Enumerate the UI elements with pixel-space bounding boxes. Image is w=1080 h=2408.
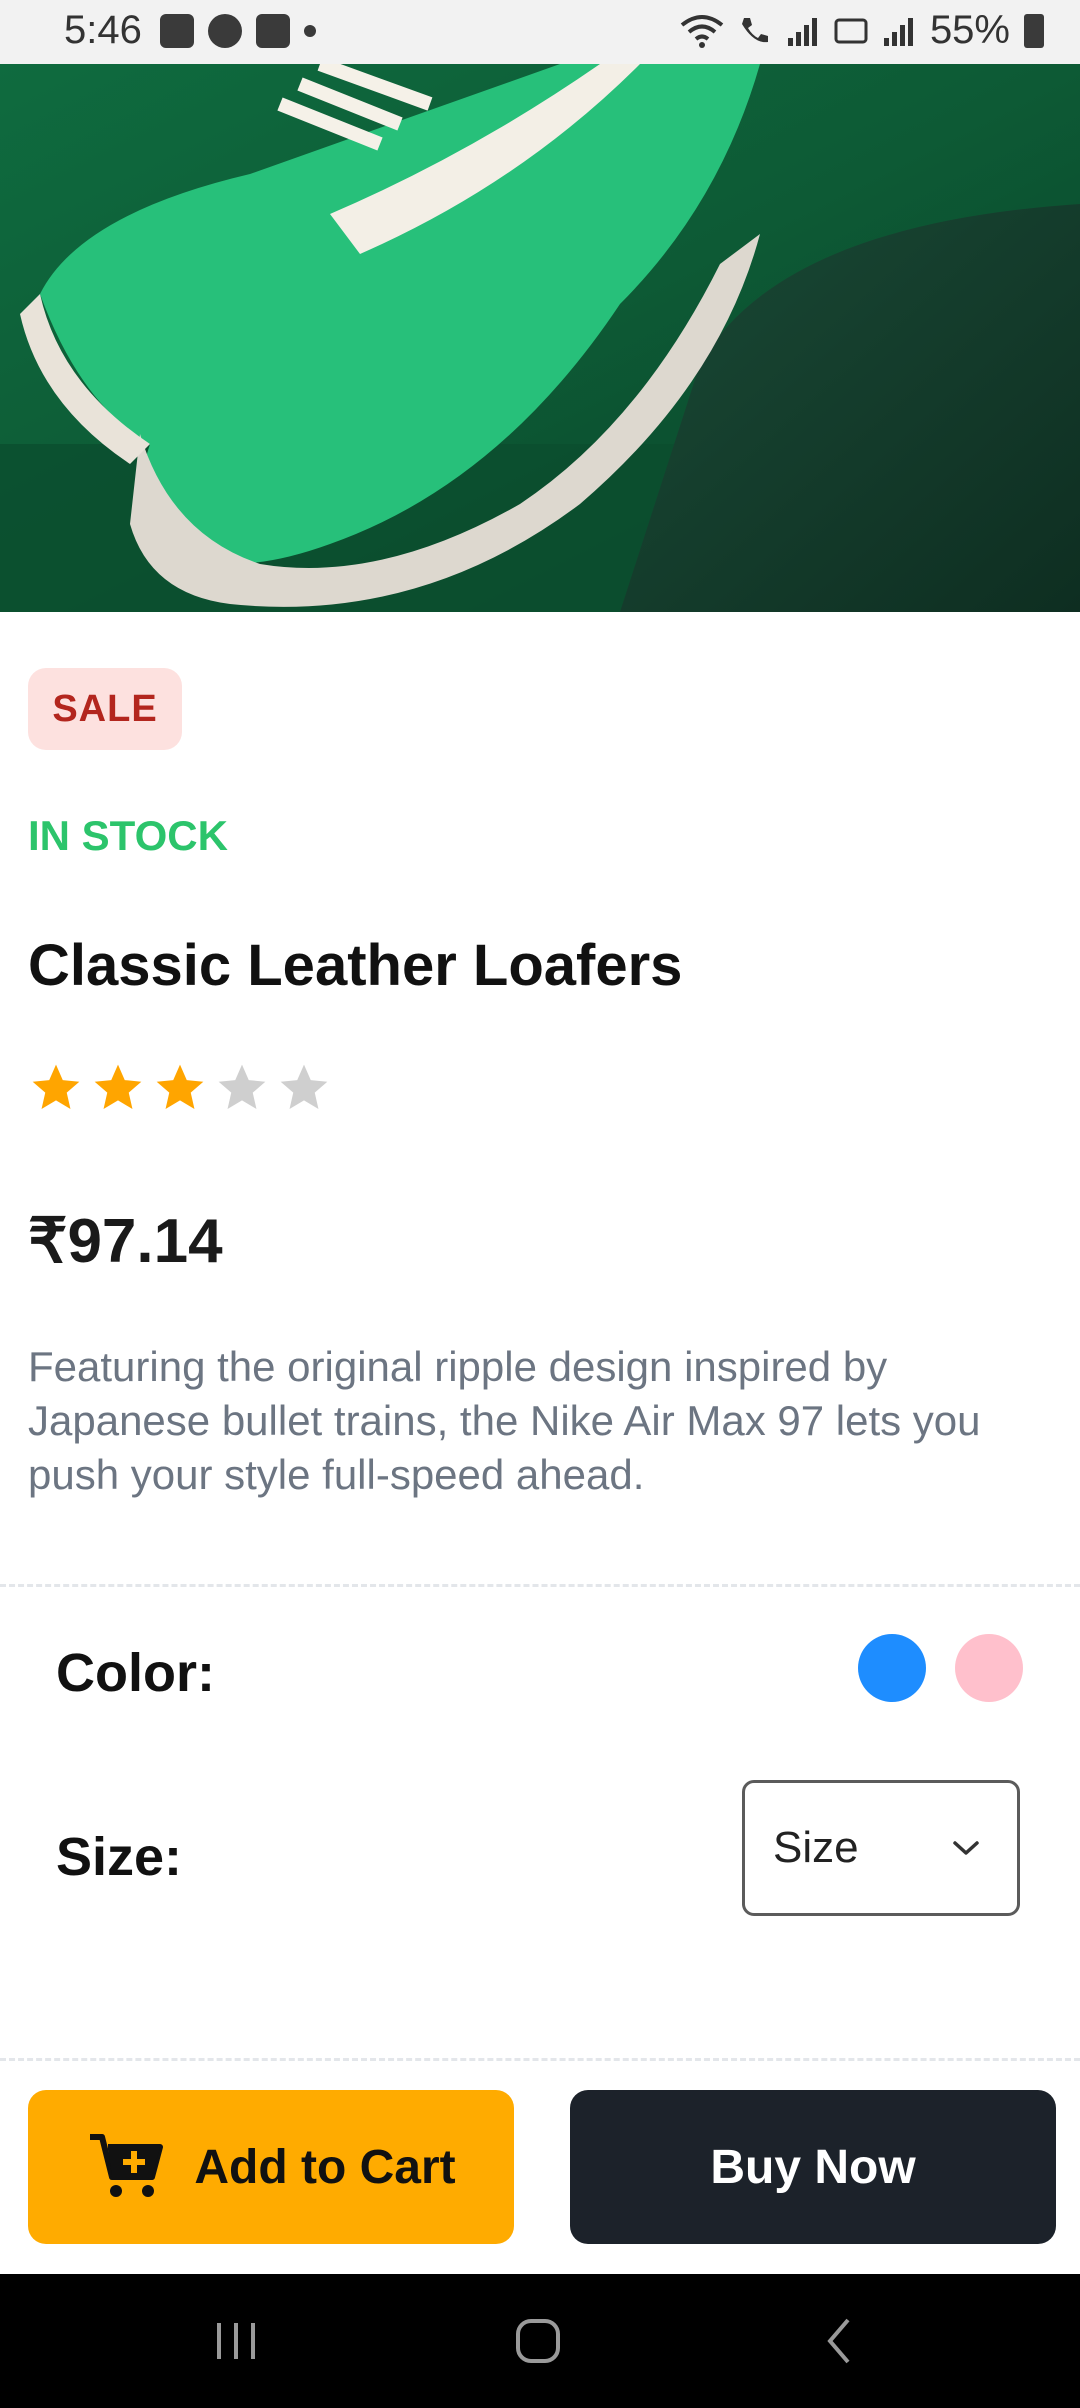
color-label: Color:	[56, 1643, 215, 1703]
divider	[0, 1584, 1080, 1587]
battery-percent: 55%	[929, 8, 1010, 52]
buy-now-label: Buy Now	[710, 2140, 916, 2194]
signal-icon-2	[883, 17, 913, 46]
size-label: Size:	[56, 1827, 183, 1887]
product-title: Classic Leather Loafers	[28, 933, 683, 998]
color-swatch-pink[interactable]	[955, 1634, 1023, 1702]
star-empty-icon	[218, 1064, 266, 1109]
stock-status: IN STOCK	[28, 812, 228, 859]
product-image	[0, 64, 1080, 612]
system-navigation-bar	[0, 2274, 1080, 2408]
buy-now-button[interactable]: Buy Now	[570, 2090, 1056, 2244]
chevron-down-icon	[953, 1841, 979, 1855]
recent-apps-icon	[217, 2323, 255, 2359]
gallery-icon	[160, 14, 194, 48]
add-to-cart-label: Add to Cart	[194, 2140, 456, 2194]
star-filled-icon	[32, 1064, 80, 1109]
product-price: ₹97.14	[28, 1207, 223, 1276]
cart-add-icon	[90, 2134, 164, 2197]
size-select-value: Size	[773, 1823, 859, 1872]
rating-stars	[28, 1060, 332, 1116]
back-icon	[827, 2318, 850, 2364]
size-select[interactable]: Size	[742, 1780, 1020, 1916]
battery-icon	[1024, 13, 1044, 48]
star-filled-icon	[94, 1064, 142, 1109]
home-button[interactable]	[478, 2274, 598, 2408]
status-bar: 5:46 55%	[0, 0, 1080, 64]
notification-icons	[160, 14, 316, 48]
signal-icon	[787, 17, 817, 46]
product-description: Featuring the original ripple design ins…	[28, 1343, 981, 1498]
back-button[interactable]	[780, 2274, 900, 2408]
volte-icon	[834, 18, 868, 43]
divider	[0, 2058, 1080, 2061]
color-swatch-blue[interactable]	[858, 1634, 926, 1702]
sale-badge: SALE	[28, 668, 182, 750]
home-icon	[516, 2319, 560, 2363]
add-to-cart-button[interactable]: Add to Cart	[28, 2090, 514, 2244]
status-time: 5:46	[64, 8, 142, 52]
more-notifications-icon	[304, 25, 316, 37]
news-app-icon	[256, 14, 290, 48]
call-icon	[741, 17, 768, 42]
snapchat-icon	[208, 14, 242, 48]
star-empty-icon	[280, 1064, 328, 1109]
wifi-icon	[680, 14, 724, 48]
star-filled-icon	[156, 1064, 204, 1109]
recent-apps-button[interactable]	[176, 2274, 296, 2408]
